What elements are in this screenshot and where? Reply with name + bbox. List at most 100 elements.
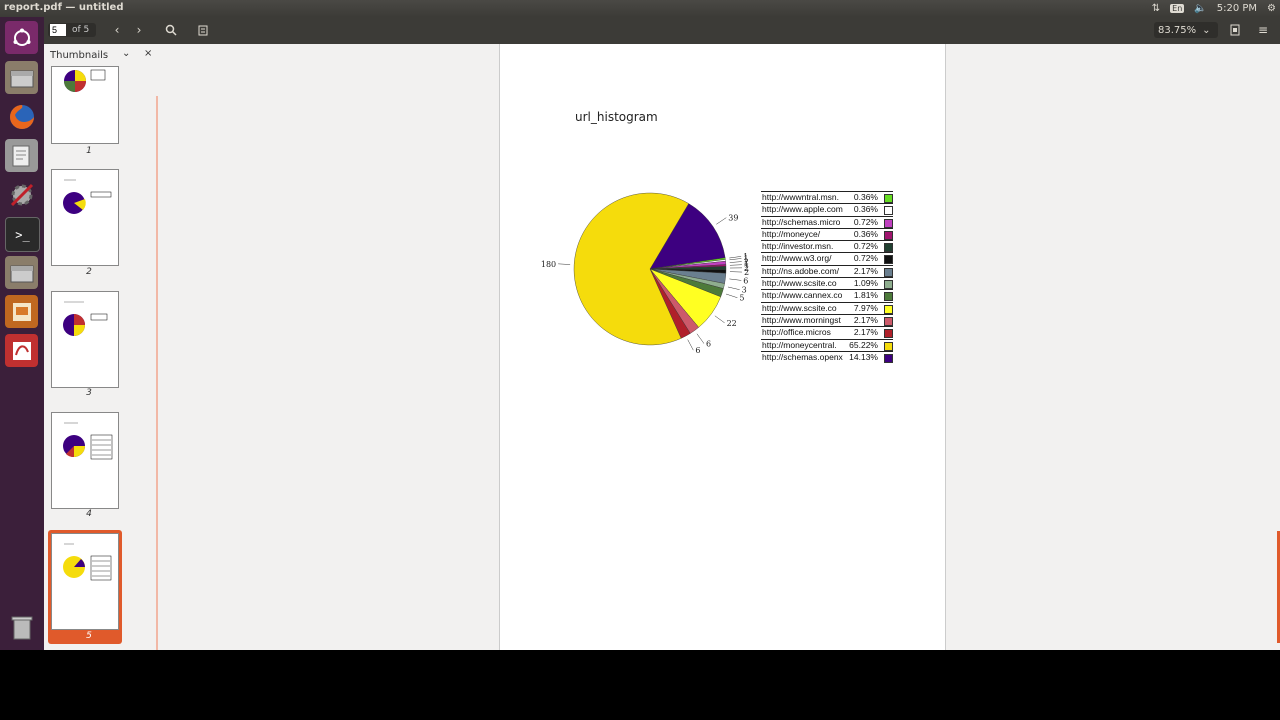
- legend-swatch: [884, 341, 893, 351]
- zoom-level: 83.75%: [1158, 24, 1197, 36]
- sidebar-title: Thumbnails: [50, 49, 109, 61]
- volume-icon[interactable]: 🔈: [1194, 3, 1206, 14]
- slice-label: 5: [739, 294, 744, 303]
- thumbnail-page-2[interactable]: [51, 169, 119, 266]
- slice-leader-line: [729, 264, 742, 266]
- legend-label: http://schemas.micro: [762, 216, 841, 227]
- chart-title: url_histogram: [575, 110, 658, 124]
- hamburger-icon: ≡: [1257, 23, 1269, 37]
- close-icon[interactable]: ×: [144, 48, 152, 59]
- thumbnail-page-3[interactable]: [51, 291, 119, 388]
- document-icon: [1230, 24, 1240, 36]
- network-icon[interactable]: ⇅: [1152, 3, 1160, 14]
- system-settings-icon[interactable]: [5, 178, 38, 211]
- slice-leader-line: [729, 256, 742, 259]
- slice-leader-line: [727, 286, 740, 290]
- thumbnail-label-2: 2: [86, 267, 92, 277]
- zoom-select[interactable]: 83.75% ⌄: [1154, 22, 1218, 38]
- search-button[interactable]: [162, 21, 180, 39]
- document-view[interactable]: url_histogram 39 1 1 2 1 2 2 6 3 5 22 6 6 180 http://…: [158, 44, 1280, 650]
- next-page-button[interactable]: ›: [130, 21, 148, 39]
- legend-percent: 0.36%: [853, 192, 878, 202]
- chevron-down-icon[interactable]: ⌄: [122, 48, 130, 59]
- legend-swatch: [884, 280, 893, 290]
- clipboard-icon: [198, 25, 208, 36]
- thumbnails-sidebar: Thumbnails ⌄ × 1 2 3 4 5: [44, 44, 158, 650]
- document-viewer-icon[interactable]: [5, 334, 38, 367]
- legend-entry: http://wwwntral.msn. 0.36%: [761, 191, 893, 203]
- system-tray: ⇅ En 🔈 5:20 PM ⚙: [1152, 0, 1280, 17]
- legend-swatch: [884, 267, 893, 277]
- legend-percent: 0.36%: [853, 204, 878, 215]
- firefox-icon[interactable]: [5, 100, 38, 133]
- trash-icon[interactable]: [5, 611, 38, 644]
- legend-label: http://www.cannex.co: [762, 290, 843, 301]
- viewer-toolbar: of 5 ‹ › 83.75% ⌄ ≡: [44, 17, 1280, 44]
- slice-leader-line: [729, 278, 742, 281]
- legend-swatch: [884, 255, 893, 265]
- legend-percent: 2.17%: [853, 314, 878, 325]
- window-title: report.pdf — untitled: [4, 2, 124, 13]
- slice-leader-line: [729, 258, 742, 261]
- slice-leader-line: [558, 263, 571, 265]
- legend-label: http://www.scsite.co: [762, 278, 837, 289]
- search-icon: [165, 24, 177, 36]
- legend-percent: 1.09%: [853, 278, 878, 289]
- thumbnail-page-1[interactable]: [51, 66, 119, 144]
- legend-percent: 2.17%: [853, 327, 878, 338]
- legend-percent: 0.72%: [853, 253, 878, 264]
- terminal-icon[interactable]: >_: [5, 217, 40, 252]
- files-icon[interactable]: [5, 61, 38, 94]
- chart-legend: http://wwwntral.msn. 0.36% http://www.appl…: [761, 191, 893, 363]
- desktop-bottom: [0, 650, 1280, 720]
- legend-label: http://investor.msn.: [762, 241, 834, 252]
- legend-percent: 0.72%: [853, 241, 878, 252]
- slice-label: 6: [743, 276, 748, 285]
- legend-entry: http://office.micros 2.17%: [761, 326, 893, 339]
- page-selector[interactable]: of 5: [48, 23, 96, 37]
- top-panel: report.pdf — untitled ⇅ En 🔈 5:20 PM ⚙: [0, 0, 1280, 17]
- files-icon[interactable]: [5, 256, 38, 289]
- legend-label: http://wwwntral.msn.: [762, 192, 839, 202]
- legend-entry: http://investor.msn. 0.72%: [761, 240, 893, 253]
- slice-label: 22: [727, 319, 737, 328]
- legend-percent: 7.97%: [853, 302, 878, 313]
- legend-swatch: [884, 292, 893, 302]
- legend-entry: http://www.cannex.co 1.81%: [761, 289, 893, 302]
- ubuntu-dash-icon[interactable]: [5, 21, 38, 54]
- impress-icon[interactable]: [5, 295, 38, 328]
- previous-page-button[interactable]: ‹: [108, 21, 126, 39]
- legend-entry: http://www.scsite.co 1.09%: [761, 277, 893, 290]
- thumbnail-page-4[interactable]: [51, 412, 119, 509]
- legend-label: http://www.w3.org/: [762, 253, 832, 264]
- launcher: >_: [0, 17, 44, 650]
- text-editor-icon[interactable]: [5, 139, 38, 172]
- slice-label: 39: [728, 214, 738, 223]
- legend-swatch: [884, 304, 893, 314]
- keyboard-indicator[interactable]: En: [1170, 4, 1185, 13]
- legend-swatch: [884, 194, 893, 203]
- legend-swatch: [884, 230, 893, 240]
- slice-label: 180: [541, 260, 556, 269]
- slice-leader-line: [687, 339, 694, 351]
- thumbnail-label-1: 1: [86, 146, 92, 156]
- legend-label: http://office.micros: [762, 327, 831, 338]
- pie-chart: 391121226352266180: [541, 192, 749, 355]
- document-button[interactable]: [1226, 21, 1244, 39]
- menu-button[interactable]: ≡: [1254, 21, 1272, 39]
- clock[interactable]: 5:20 PM: [1217, 3, 1257, 14]
- gear-icon[interactable]: ⚙: [1267, 3, 1276, 14]
- legend-entry: http://schemas.micro 0.72%: [761, 215, 893, 228]
- legend-entry: http://www.morningst 2.17%: [761, 313, 893, 326]
- page-number-input[interactable]: [50, 24, 66, 36]
- thumbnail-page-5[interactable]: [51, 533, 119, 630]
- legend-percent: 65.22%: [849, 339, 878, 350]
- annotations-button[interactable]: [194, 21, 212, 39]
- legend-entry: http://moneycentral. 65.22%: [761, 338, 893, 351]
- legend-swatch: [884, 329, 893, 339]
- legend-label: http://ns.adobe.com/: [762, 265, 840, 276]
- thumbnail-label-4: 4: [86, 509, 92, 519]
- legend-label: http://www.morningst: [762, 314, 841, 325]
- chevron-down-icon: ⌄: [1202, 24, 1211, 36]
- slice-leader-line: [696, 333, 705, 344]
